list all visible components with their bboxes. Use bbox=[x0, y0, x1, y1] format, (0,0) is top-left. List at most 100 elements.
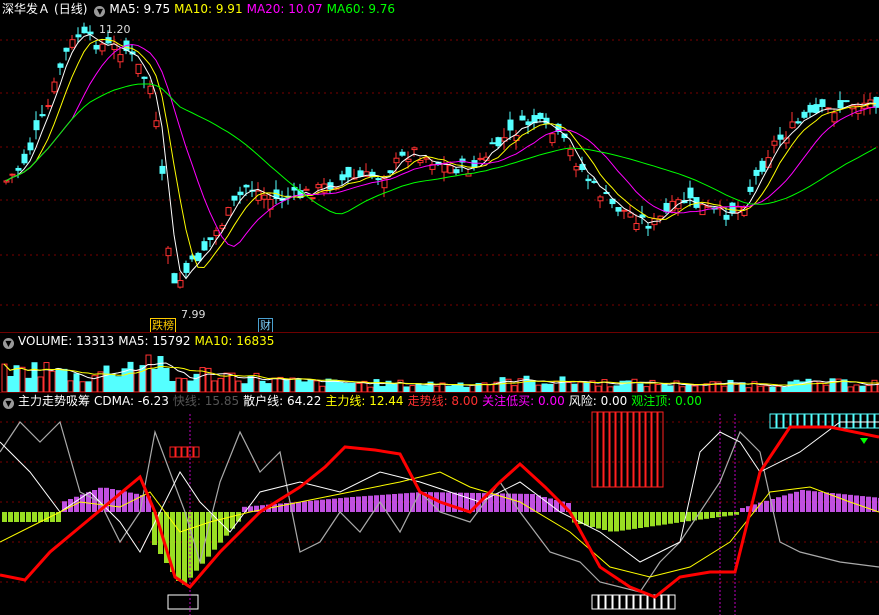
top-signal-block bbox=[776, 413, 784, 429]
volume-bar bbox=[109, 373, 116, 392]
indicator-panel[interactable]: ▼ 主力走势吸筹 CDMA: -6.23 快线: 15.85 散户线: 64.22 主力线… bbox=[0, 392, 879, 615]
top-signal-block bbox=[867, 413, 875, 429]
indicator-header: ▼ 主力走势吸筹 CDMA: -6.23 快线: 15.85 散户线: 64.22 主力线… bbox=[0, 392, 706, 410]
ma60-label: MA60: 9.76 bbox=[326, 2, 396, 16]
volume-bar bbox=[157, 356, 164, 392]
volume-header: ▼ VOLUME: 13313 MA5: 15792 MA10: 16835 bbox=[0, 332, 278, 350]
candle-up bbox=[393, 157, 400, 164]
top-signal-block bbox=[860, 413, 868, 429]
ma20-label: MA20: 10.07 bbox=[246, 2, 323, 16]
volume-bar bbox=[169, 380, 176, 392]
candle-down bbox=[531, 115, 538, 124]
candle-down bbox=[57, 63, 64, 68]
volume-bar bbox=[151, 368, 158, 392]
cdma-bar bbox=[32, 512, 37, 522]
cdma-bar bbox=[338, 498, 343, 512]
cdma-bar bbox=[824, 492, 829, 512]
candle-up bbox=[789, 121, 796, 129]
volume-bar bbox=[265, 383, 272, 392]
volume-bar bbox=[97, 371, 104, 392]
cdma-bar bbox=[8, 512, 13, 522]
candle-down bbox=[801, 111, 808, 118]
cdma-bar bbox=[194, 512, 199, 571]
volume-bar bbox=[499, 377, 506, 392]
cdma-bar bbox=[818, 491, 823, 512]
volume-bar bbox=[313, 380, 320, 392]
cdma-bar bbox=[860, 496, 865, 512]
volume-label: VOLUME: 13313 bbox=[18, 334, 115, 348]
candle-down bbox=[399, 151, 406, 156]
candle-down bbox=[519, 115, 526, 121]
finance-tag[interactable]: 财 bbox=[258, 318, 273, 333]
top-signal-block bbox=[839, 413, 847, 429]
top-signal-block bbox=[832, 413, 840, 429]
volume-bar bbox=[7, 375, 14, 392]
volume-bar bbox=[469, 384, 476, 392]
indicator-chart[interactable] bbox=[0, 392, 879, 615]
candle-up bbox=[45, 105, 52, 108]
chevron-down-icon[interactable]: ▼ bbox=[3, 398, 14, 409]
buy-signal-box bbox=[612, 594, 620, 610]
volume-bar bbox=[13, 365, 20, 392]
volume-bar bbox=[331, 379, 338, 392]
volume-bar bbox=[697, 384, 704, 392]
volume-bar bbox=[535, 384, 542, 392]
candle-down bbox=[819, 99, 826, 107]
fast-line-label: 快线: 15.85 bbox=[172, 394, 240, 408]
chevron-down-icon[interactable]: ▼ bbox=[94, 6, 106, 17]
volume-bar bbox=[523, 375, 530, 392]
volume-bar bbox=[271, 377, 278, 392]
candle-up bbox=[177, 280, 184, 288]
volume-bar bbox=[871, 379, 878, 392]
candle-down bbox=[747, 186, 754, 192]
cdma-bar bbox=[668, 512, 673, 524]
cdma-bar bbox=[704, 512, 709, 519]
signal-block bbox=[597, 411, 604, 488]
volume-bar bbox=[853, 384, 860, 392]
volume-bar bbox=[121, 368, 128, 392]
volume-bar bbox=[817, 382, 824, 392]
candle-down bbox=[645, 225, 652, 229]
candlestick-chart[interactable] bbox=[0, 0, 879, 332]
candle-down bbox=[207, 237, 214, 240]
volume-bar bbox=[289, 377, 296, 392]
cdma-bar bbox=[584, 512, 589, 526]
cdma-bar bbox=[350, 497, 355, 512]
volume-panel[interactable]: ▼ VOLUME: 13313 MA5: 15792 MA10: 16835 bbox=[0, 332, 879, 392]
cdma-bar bbox=[842, 494, 847, 512]
cdma-bar bbox=[848, 494, 853, 512]
candle-up bbox=[165, 247, 172, 257]
volume-bar bbox=[547, 383, 554, 392]
cdma-bar bbox=[242, 506, 247, 512]
vol-ma10-label: MA10: 16835 bbox=[194, 334, 275, 348]
candle-down bbox=[729, 202, 736, 214]
candle-up bbox=[225, 207, 232, 216]
signal-block bbox=[627, 411, 634, 488]
signal-block bbox=[651, 411, 658, 488]
cdma-bar bbox=[320, 499, 325, 512]
signal-block bbox=[621, 411, 628, 488]
candle-down bbox=[687, 187, 694, 199]
cdma-bar bbox=[134, 493, 139, 512]
low-price-label: 7.99 bbox=[181, 308, 206, 321]
candle-up bbox=[213, 230, 220, 236]
candle-up bbox=[771, 140, 778, 146]
price-panel[interactable]: 深华发Ａ (日线) ▼ MA5: 9.75 MA10: 9.91 MA20: 10.07 M… bbox=[0, 0, 879, 333]
cdma-bar bbox=[740, 508, 745, 512]
candle-up bbox=[699, 204, 706, 216]
cdma-bar bbox=[296, 501, 301, 512]
cdma-bar bbox=[26, 512, 31, 522]
top-signal-marker bbox=[860, 438, 868, 444]
signal-block bbox=[657, 411, 664, 488]
rebate-tag[interactable]: 跌榜 bbox=[150, 318, 176, 333]
volume-bar bbox=[349, 382, 356, 392]
retail-line-label: 散户线: 64.22 bbox=[243, 394, 322, 408]
candle-down bbox=[15, 167, 22, 171]
ma10-label: MA10: 9.91 bbox=[174, 2, 243, 16]
buy-signal-box bbox=[167, 594, 199, 610]
chevron-down-icon[interactable]: ▼ bbox=[3, 338, 14, 349]
cdma-bar bbox=[356, 496, 361, 512]
buy-signal-box bbox=[598, 594, 606, 610]
candle-down bbox=[237, 191, 244, 196]
candle-down bbox=[795, 121, 802, 124]
